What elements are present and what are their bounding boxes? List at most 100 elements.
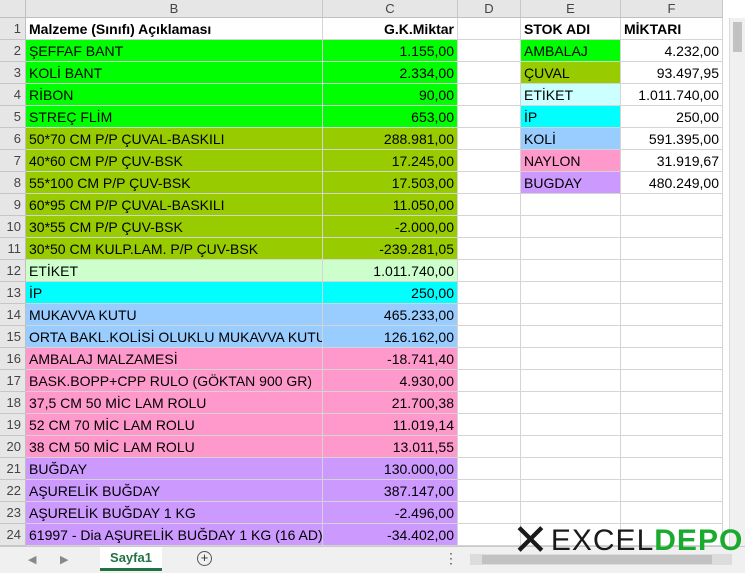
vertical-dots-icon[interactable]: ⋮ <box>444 550 458 567</box>
empty-cell[interactable] <box>458 106 521 128</box>
empty-cell[interactable] <box>458 18 521 40</box>
quantity-cell[interactable]: 387.147,00 <box>323 480 458 502</box>
vertical-scrollbar[interactable] <box>729 18 745 546</box>
empty-cell[interactable] <box>458 326 521 348</box>
row-header[interactable]: 5 <box>0 106 26 128</box>
quantity-cell[interactable]: 17.503,00 <box>323 172 458 194</box>
description-cell[interactable]: 50*70 CM P/P ÇUVAL-BASKILI <box>26 128 323 150</box>
stock-quantity-cell[interactable]: 31.919,67 <box>621 150 723 172</box>
column-header-f[interactable]: F <box>621 0 723 18</box>
triangle-right-icon[interactable]: ▶ <box>60 553 68 566</box>
quantity-cell[interactable]: 17.245,00 <box>323 150 458 172</box>
quantity-cell[interactable]: 465.233,00 <box>323 304 458 326</box>
row-header[interactable]: 23 <box>0 502 26 524</box>
empty-cell[interactable] <box>521 480 621 502</box>
empty-cell[interactable] <box>458 84 521 106</box>
empty-cell[interactable] <box>621 282 723 304</box>
row-header[interactable]: 24 <box>0 524 26 546</box>
description-cell[interactable]: ORTA BAKL.KOLİSİ OLUKLU MUKAVVA KUTU <box>26 326 323 348</box>
empty-cell[interactable] <box>521 260 621 282</box>
stock-name-cell[interactable]: KOLİ <box>521 128 621 150</box>
empty-cell[interactable] <box>458 480 521 502</box>
quantity-cell[interactable]: -2.496,00 <box>323 502 458 524</box>
empty-cell[interactable] <box>458 282 521 304</box>
quantity-cell[interactable]: 4.930,00 <box>323 370 458 392</box>
triangle-left-icon[interactable]: ◀ <box>28 553 36 566</box>
empty-cell[interactable] <box>621 414 723 436</box>
empty-cell[interactable] <box>521 392 621 414</box>
quantity-cell[interactable]: -18.741,40 <box>323 348 458 370</box>
row-header[interactable]: 12 <box>0 260 26 282</box>
empty-cell[interactable] <box>621 260 723 282</box>
description-cell[interactable]: AMBALAJ MALZAMESİ <box>26 348 323 370</box>
row-header[interactable]: 21 <box>0 458 26 480</box>
empty-cell[interactable] <box>458 62 521 84</box>
empty-cell[interactable] <box>458 304 521 326</box>
header-cell-quantity[interactable]: G.K.Miktar <box>323 18 458 40</box>
row-header[interactable]: 11 <box>0 238 26 260</box>
row-header[interactable]: 2 <box>0 40 26 62</box>
plus-circle-icon[interactable]: + <box>197 551 212 566</box>
empty-cell[interactable] <box>521 414 621 436</box>
empty-cell[interactable] <box>621 436 723 458</box>
description-cell[interactable]: 30*55 CM P/P ÇUV-BSK <box>26 216 323 238</box>
stock-quantity-cell[interactable]: 480.249,00 <box>621 172 723 194</box>
empty-cell[interactable] <box>521 348 621 370</box>
stock-quantity-cell[interactable]: 93.497,95 <box>621 62 723 84</box>
column-header-b[interactable]: B <box>26 0 323 18</box>
quantity-cell[interactable]: -2.000,00 <box>323 216 458 238</box>
row-header[interactable]: 6 <box>0 128 26 150</box>
empty-cell[interactable] <box>521 370 621 392</box>
description-cell[interactable]: 60*95 CM P/P ÇUVAL-BASKILI <box>26 194 323 216</box>
quantity-cell[interactable]: 288.981,00 <box>323 128 458 150</box>
row-header[interactable]: 8 <box>0 172 26 194</box>
description-cell[interactable]: AŞURELİK BUĞDAY 1 KG <box>26 502 323 524</box>
empty-cell[interactable] <box>458 458 521 480</box>
quantity-cell[interactable]: 126.162,00 <box>323 326 458 348</box>
empty-cell[interactable] <box>458 238 521 260</box>
quantity-cell[interactable]: 1.155,00 <box>323 40 458 62</box>
description-cell[interactable]: 61997 - Dia AŞURELİK BUĞDAY 1 KG (16 AD) <box>26 524 323 546</box>
empty-cell[interactable] <box>621 238 723 260</box>
description-cell[interactable]: ETİKET <box>26 260 323 282</box>
row-header[interactable]: 15 <box>0 326 26 348</box>
empty-cell[interactable] <box>458 194 521 216</box>
empty-cell[interactable] <box>458 392 521 414</box>
empty-cell[interactable] <box>521 326 621 348</box>
stock-name-cell[interactable]: NAYLON <box>521 150 621 172</box>
column-header-c[interactable]: C <box>323 0 458 18</box>
empty-cell[interactable] <box>458 348 521 370</box>
description-cell[interactable]: 55*100 CM P/P ÇUV-BSK <box>26 172 323 194</box>
empty-cell[interactable] <box>458 260 521 282</box>
quantity-cell[interactable]: 13.011,55 <box>323 436 458 458</box>
stock-quantity-cell[interactable]: 1.011.740,00 <box>621 84 723 106</box>
quantity-cell[interactable]: 21.700,38 <box>323 392 458 414</box>
description-cell[interactable]: BUĞDAY <box>26 458 323 480</box>
empty-cell[interactable] <box>621 458 723 480</box>
row-header[interactable]: 4 <box>0 84 26 106</box>
stock-name-cell[interactable]: İP <box>521 106 621 128</box>
empty-cell[interactable] <box>621 326 723 348</box>
stock-quantity-cell[interactable]: 591.395,00 <box>621 128 723 150</box>
quantity-cell[interactable]: 11.050,00 <box>323 194 458 216</box>
row-header[interactable]: 20 <box>0 436 26 458</box>
empty-cell[interactable] <box>621 392 723 414</box>
stock-name-cell[interactable]: BUGDAY <box>521 172 621 194</box>
vertical-scroll-thumb[interactable] <box>733 22 742 52</box>
description-cell[interactable]: RİBON <box>26 84 323 106</box>
empty-cell[interactable] <box>521 458 621 480</box>
empty-cell[interactable] <box>621 194 723 216</box>
stock-quantity-cell[interactable]: 250,00 <box>621 106 723 128</box>
empty-cell[interactable] <box>458 40 521 62</box>
empty-cell[interactable] <box>521 216 621 238</box>
quantity-cell[interactable]: 11.019,14 <box>323 414 458 436</box>
row-header[interactable]: 9 <box>0 194 26 216</box>
description-cell[interactable]: 37,5 CM 50 MİC LAM ROLU <box>26 392 323 414</box>
row-header[interactable]: 17 <box>0 370 26 392</box>
description-cell[interactable]: BASK.BOPP+CPP RULO (GÖKTAN 900 GR) <box>26 370 323 392</box>
row-header[interactable]: 14 <box>0 304 26 326</box>
empty-cell[interactable] <box>521 282 621 304</box>
empty-cell[interactable] <box>621 370 723 392</box>
row-header[interactable]: 13 <box>0 282 26 304</box>
description-cell[interactable]: 40*60 CM P/P ÇUV-BSK <box>26 150 323 172</box>
